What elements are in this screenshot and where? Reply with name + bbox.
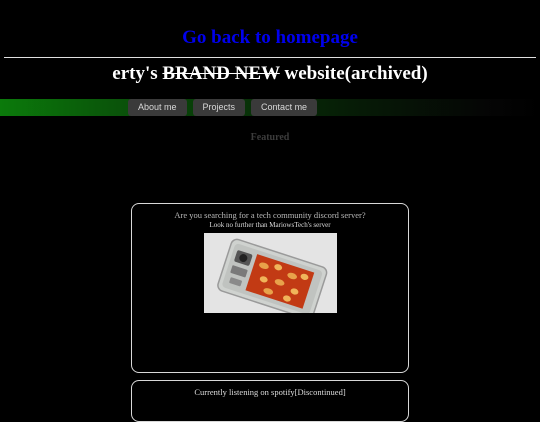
page-title: erty's BRAND NEW website(archived) xyxy=(0,63,540,85)
navbar: About me Projects Contact me xyxy=(0,99,540,116)
title-strikethrough: BRAND NEW xyxy=(162,63,280,84)
header-divider xyxy=(4,57,536,58)
nav-projects[interactable]: Projects xyxy=(192,99,246,116)
go-back-homepage-link[interactable]: Go back to homepage xyxy=(0,27,540,49)
discord-server-card: Are you searching for a tech community d… xyxy=(131,203,409,373)
title-prefix: erty's xyxy=(112,63,158,84)
spotify-card: Currently listening on spotify[Discontin… xyxy=(131,380,409,422)
featured-heading: Featured xyxy=(250,132,290,143)
spotify-card-title: Currently listening on spotify[Discontin… xyxy=(194,387,346,397)
title-suffix: website(archived) xyxy=(284,63,428,84)
card-title: Are you searching for a tech community d… xyxy=(174,210,366,220)
nav-about-me[interactable]: About me xyxy=(128,99,187,116)
nav-contact-me[interactable]: Contact me xyxy=(251,99,318,116)
card-subtitle: Look no further than MariowsTech's serve… xyxy=(209,221,331,229)
phone-back-photo xyxy=(203,233,337,313)
